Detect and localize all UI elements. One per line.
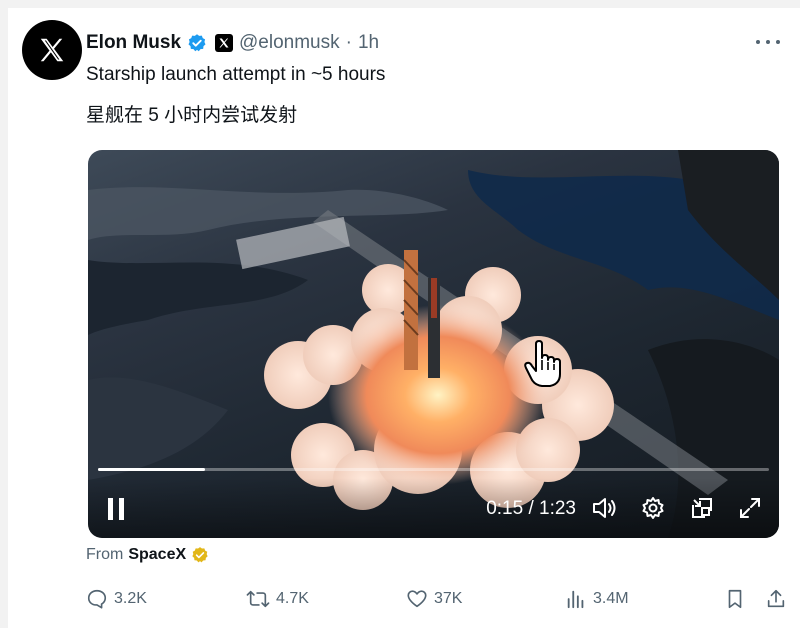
video-controls: 0:15 / 1:23 bbox=[88, 478, 779, 538]
reply-count: 3.2K bbox=[114, 590, 147, 607]
verified-badge-icon bbox=[187, 33, 207, 53]
progress-bar[interactable] bbox=[98, 468, 769, 471]
like-button[interactable]: 37K bbox=[406, 588, 462, 610]
author-handle[interactable]: @elonmusk bbox=[239, 32, 340, 54]
hand-cursor-icon bbox=[524, 340, 564, 388]
settings-icon[interactable] bbox=[639, 494, 667, 522]
repost-icon bbox=[246, 590, 270, 608]
progress-fill bbox=[98, 468, 206, 471]
current-time: 0:15 bbox=[486, 498, 524, 519]
time-readout: 0:15 / 1:23 bbox=[486, 498, 576, 520]
avatar[interactable] bbox=[22, 20, 82, 80]
views-icon bbox=[567, 590, 584, 609]
post-text-line-2: 星舰在 5 小时内尝试发射 bbox=[86, 105, 298, 126]
reply-icon bbox=[87, 589, 107, 609]
more-options-icon[interactable] bbox=[756, 32, 780, 52]
pip-icon[interactable] bbox=[688, 494, 716, 522]
x-affiliate-icon bbox=[215, 34, 234, 52]
view-count: 3.4M bbox=[593, 590, 629, 607]
duration: 1:23 bbox=[539, 498, 576, 519]
bookmark-icon bbox=[728, 589, 742, 609]
post-card: Elon Musk @elonmusk · 1h Starship launch… bbox=[8, 8, 800, 628]
separator-dot: · bbox=[345, 32, 352, 53]
repost-count: 4.7K bbox=[276, 590, 309, 607]
bookmark-button[interactable] bbox=[724, 588, 746, 610]
repost-button[interactable]: 4.7K bbox=[246, 588, 309, 610]
video-player[interactable]: 0:15 / 1:23 bbox=[88, 150, 779, 538]
share-button[interactable] bbox=[765, 588, 787, 610]
post-time[interactable]: 1h bbox=[358, 32, 379, 54]
author-name[interactable]: Elon Musk bbox=[86, 32, 181, 54]
fullscreen-icon[interactable] bbox=[736, 494, 764, 522]
source-name[interactable]: SpaceX bbox=[128, 546, 186, 564]
like-icon bbox=[407, 590, 427, 608]
source-attribution: From SpaceX bbox=[86, 546, 209, 564]
source-prefix: From bbox=[86, 546, 124, 563]
like-count: 37K bbox=[434, 590, 463, 607]
views-button[interactable]: 3.4M bbox=[565, 588, 629, 610]
volume-icon[interactable] bbox=[590, 494, 618, 522]
share-icon bbox=[767, 589, 785, 608]
post-header: Elon Musk @elonmusk · 1h bbox=[86, 30, 379, 56]
x-logo-icon bbox=[40, 38, 64, 62]
gold-verified-badge-icon bbox=[192, 547, 208, 563]
pause-icon[interactable] bbox=[104, 496, 128, 522]
post-text-line-1: Starship launch attempt in ~5 hours bbox=[86, 64, 386, 85]
action-bar: 3.2K 4.7K 37K 3.4M bbox=[86, 588, 786, 612]
time-separator: / bbox=[523, 498, 540, 519]
reply-button[interactable]: 3.2K bbox=[86, 588, 147, 610]
